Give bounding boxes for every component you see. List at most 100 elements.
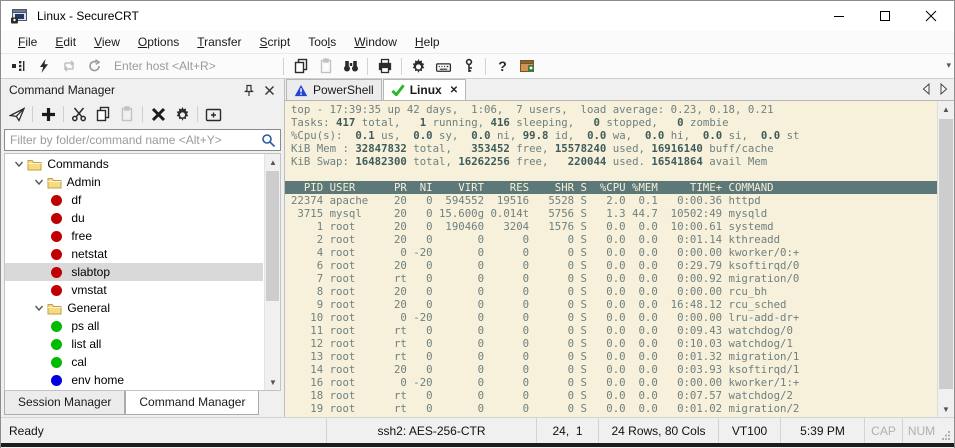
session-options-gear-icon[interactable] [406, 55, 431, 77]
help-icon[interactable]: ? [490, 55, 515, 77]
toolbar-overflow-icon[interactable]: ▾ [946, 60, 951, 71]
tree-item-label: slabtop [68, 265, 110, 279]
maximize-button[interactable] [862, 1, 908, 31]
tree-item-env-home[interactable]: env home [5, 371, 263, 389]
panel-title: Command Manager [9, 83, 239, 97]
tree-item-general[interactable]: General [5, 299, 263, 317]
menu-options[interactable]: Options [129, 32, 188, 52]
tree-item-du[interactable]: du [5, 209, 263, 227]
paste-command-icon[interactable] [115, 103, 139, 125]
tree-scrollbar[interactable]: ▲ ▼ [264, 154, 280, 390]
process-row: 14 root 20 0 0 0 0 S 0.0 0.0 0:03.93 kso… [291, 363, 937, 376]
copy-command-icon[interactable] [91, 103, 115, 125]
sidebar-tab-session-manager[interactable]: Session Manager [4, 391, 125, 415]
status-encryption: ssh2: AES-256-CTR [326, 418, 536, 443]
warning-icon [294, 84, 308, 97]
scrollbar-thumb[interactable] [266, 171, 279, 301]
chevron-down-icon[interactable] [11, 159, 27, 169]
tree-item-cal[interactable]: cal [5, 353, 263, 371]
menu-transfer[interactable]: Transfer [188, 32, 250, 52]
minimize-button[interactable] [816, 1, 862, 31]
quick-connect-icon[interactable] [31, 55, 56, 77]
scroll-down-icon[interactable]: ▼ [938, 401, 954, 417]
tree-item-ps-all[interactable]: ps all [5, 317, 263, 335]
menu-view[interactable]: View [85, 32, 129, 52]
process-row: 13 root rt 0 0 0 0 S 0.0 0.0 0:01.32 mig… [291, 350, 937, 363]
menu-help[interactable]: Help [406, 32, 449, 52]
cut-icon[interactable] [67, 103, 91, 125]
keymap-icon[interactable] [431, 55, 456, 77]
scroll-up-icon[interactable]: ▲ [938, 101, 954, 117]
tree-item-env-path[interactable]: env path [5, 389, 263, 390]
tree-item-label: Admin [64, 175, 101, 189]
command-toolbar [1, 101, 284, 127]
delete-icon[interactable] [146, 103, 170, 125]
scroll-up-icon[interactable]: ▲ [265, 154, 281, 170]
settings-gear-icon[interactable] [170, 103, 194, 125]
pin-icon[interactable] [239, 81, 259, 99]
tree-item-admin[interactable]: Admin [5, 173, 263, 191]
key-generation-icon[interactable] [456, 55, 481, 77]
terminal-output: top - 17:39:35 up 42 days, 1:06, 7 users… [285, 101, 937, 417]
menubar: FileEditViewOptionsTransferScriptToolsWi… [1, 31, 954, 53]
menu-edit[interactable]: Edit [46, 32, 85, 52]
resize-grip[interactable] [940, 418, 954, 443]
titlebar[interactable]: Linux - SecureCRT [1, 1, 954, 31]
statusbar: Ready ssh2: AES-256-CTR24, 124 Rows, 80 … [1, 417, 954, 443]
command-dot [51, 231, 62, 242]
tab-scroll-left-icon[interactable] [922, 83, 930, 95]
process-row: 19 root rt 0 0 0 0 S 0.0 0.0 0:01.02 mig… [291, 402, 937, 415]
terminal-scrollbar[interactable]: ▲ ▼ [937, 101, 954, 417]
sidebar-tab-command-manager[interactable]: Command Manager [125, 390, 259, 415]
tree-item-commands[interactable]: Commands [5, 155, 263, 173]
send-icon[interactable] [5, 103, 29, 125]
paste-icon[interactable] [313, 55, 338, 77]
tree-item-netstat[interactable]: netstat [5, 245, 263, 263]
close-button[interactable] [908, 1, 954, 31]
add-command-icon[interactable] [36, 103, 60, 125]
tree-item-label: netstat [68, 247, 107, 261]
tree-item-df[interactable]: df [5, 191, 263, 209]
session-tab-linux[interactable]: Linux ✕ [383, 79, 466, 100]
tree-item-free[interactable]: free [5, 227, 263, 245]
folder-icon [47, 176, 64, 189]
terminal[interactable]: top - 17:39:35 up 42 days, 1:06, 7 users… [285, 101, 954, 417]
toolbar-divider [367, 58, 368, 75]
menu-script[interactable]: Script [251, 32, 300, 52]
chevron-down-icon[interactable] [31, 177, 47, 187]
tree-item-list-all[interactable]: list all [5, 335, 263, 353]
tab-close-icon[interactable]: ✕ [450, 85, 458, 96]
scrollbar-thumb[interactable] [939, 119, 953, 389]
menu-window[interactable]: Window [345, 32, 406, 52]
find-icon[interactable] [338, 55, 363, 77]
panel-close-icon[interactable] [259, 81, 279, 99]
session-tab-label: Linux [410, 83, 442, 97]
process-row: 4 root 0 -20 0 0 0 S 0.0 0.0 0:00.00 kwo… [291, 246, 937, 259]
tree-item-label: vmstat [68, 283, 107, 297]
copy-icon[interactable] [288, 55, 313, 77]
tree-item-slabtop[interactable]: slabtop [5, 263, 263, 281]
chevron-down-icon[interactable] [31, 303, 47, 313]
filter-input[interactable] [5, 133, 256, 147]
menu-tools[interactable]: Tools [299, 32, 345, 52]
tab-scroll-right-icon[interactable] [940, 83, 948, 95]
connect-tab-icon[interactable] [81, 55, 106, 77]
scroll-down-icon[interactable]: ▼ [265, 374, 281, 390]
command-dot [51, 285, 62, 296]
tree-item-label: General [64, 301, 110, 315]
host-input[interactable] [114, 59, 279, 73]
session-manager-icon[interactable] [6, 55, 31, 77]
tree-item-vmstat[interactable]: vmstat [5, 281, 263, 299]
command-dot [51, 321, 62, 332]
new-folder-icon[interactable] [201, 103, 225, 125]
menu-file[interactable]: File [9, 32, 46, 52]
reconnect-icon[interactable] [56, 55, 81, 77]
print-icon[interactable] [372, 55, 397, 77]
session-tab-powershell[interactable]: PowerShell [286, 79, 382, 100]
search-icon[interactable] [256, 133, 280, 148]
process-row: 7 root rt 0 0 0 0 S 0.0 0.0 0:00.92 migr… [291, 272, 937, 285]
new-window-session-icon[interactable] [515, 55, 540, 77]
process-row: 9 root 20 0 0 0 0 S 0.0 0.0 16:48.12 rcu… [291, 298, 937, 311]
terminal-summary-line: KiB Mem : 32847832 total, 353452 free, 1… [291, 142, 937, 155]
folder-icon [47, 302, 64, 315]
